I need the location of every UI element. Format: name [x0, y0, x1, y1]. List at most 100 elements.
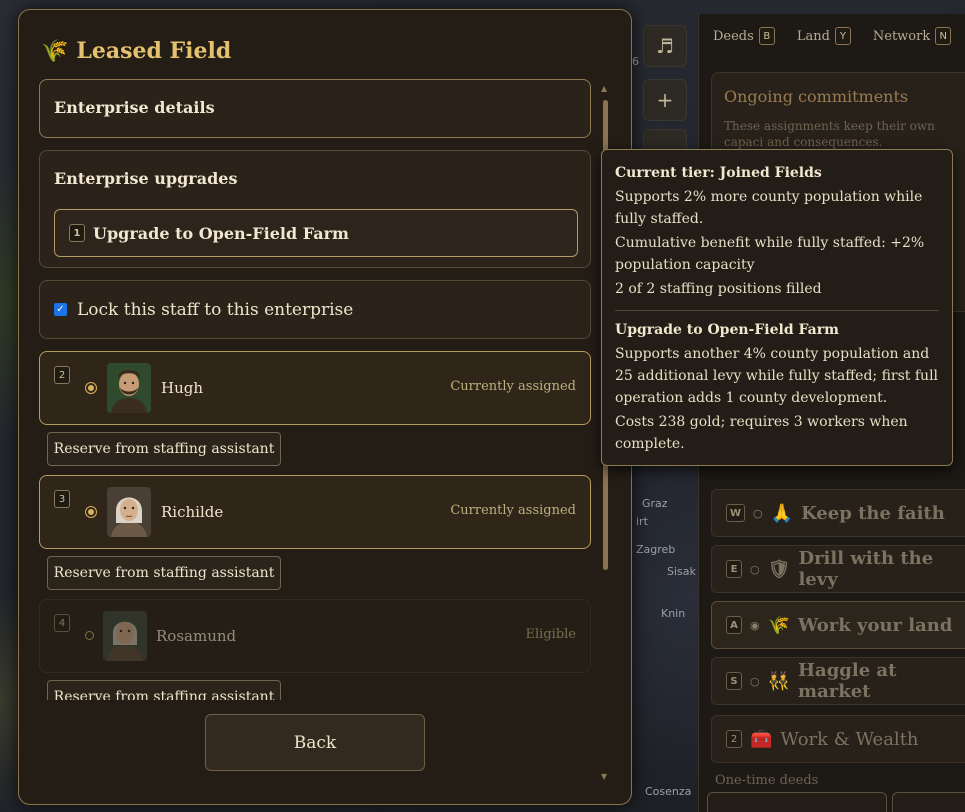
lock-staff-section: ✓ Lock this staff to this enterprise: [39, 280, 591, 339]
assigned-radio[interactable]: [85, 506, 97, 518]
staff-name: Rosamund: [156, 627, 237, 645]
tab-network[interactable]: Network N: [872, 27, 952, 45]
staff-status: Currently assigned: [450, 503, 576, 518]
radio-icon: ○: [750, 562, 760, 576]
radio-icon: ○: [750, 674, 760, 688]
action-drill-with-the-levy[interactable]: E ○ 🛡 Drill with the levy: [711, 545, 965, 593]
unassigned-radio[interactable]: [85, 631, 94, 640]
action-label: Drill with the levy: [798, 548, 934, 590]
hotkey-badge: 1: [69, 224, 85, 242]
tooltip-line: Supports 2% more county population while…: [615, 189, 923, 227]
hotkey-badge: 3: [54, 490, 70, 508]
action-key: W: [726, 504, 746, 522]
avatar: [107, 487, 151, 537]
staff-row-hugh[interactable]: 2 Hugh Currently assigned: [39, 351, 591, 425]
avatar: [107, 363, 151, 413]
lock-staff-checkbox[interactable]: ✓: [54, 303, 67, 316]
one-time-deeds-heading: One-time deeds: [715, 773, 819, 788]
music-icon: ♬: [656, 34, 674, 58]
reserve-button-rosamund[interactable]: Reserve from staffing assistant: [47, 680, 281, 700]
bottom-action-button-2[interactable]: [892, 792, 965, 812]
panel-tabs: Deeds B Land Y Network N: [699, 22, 965, 50]
map-label-graz: Graz: [642, 497, 668, 510]
action-key: S: [726, 672, 742, 690]
staff-name: Hugh: [161, 379, 204, 397]
radio-selected-icon: ◉: [750, 618, 760, 632]
wheat-icon: 🌾: [41, 38, 69, 64]
action-label: Work & Wealth: [780, 728, 919, 750]
enterprise-upgrades-section: Enterprise upgrades 1 Upgrade to Open-Fi…: [39, 150, 591, 268]
staff-row-richilde[interactable]: 3 Richilde Currently assigned: [39, 475, 591, 549]
bottom-action-button[interactable]: [707, 792, 887, 812]
map-label-sisak: Sisak: [667, 565, 696, 578]
lock-staff-row[interactable]: ✓ Lock this staff to this enterprise: [40, 281, 590, 338]
toolbox-icon: 🧰: [750, 728, 773, 750]
commitments-title: Ongoing commitments: [724, 87, 909, 106]
assigned-radio[interactable]: [85, 382, 97, 394]
map-label-cosenza: Cosenza: [645, 785, 692, 798]
shield-icon: 🛡: [767, 558, 791, 580]
scroll-down-icon[interactable]: ▼: [601, 772, 607, 781]
dialog-title: 🌾 Leased Field: [41, 36, 231, 66]
scroll-up-icon[interactable]: ▲: [601, 84, 607, 93]
tab-land[interactable]: Land Y: [797, 27, 851, 45]
wheat-icon: 🌾: [767, 614, 791, 636]
tooltip-upgrade-title: Upgrade to Open-Field Farm: [615, 322, 839, 338]
action-key: E: [726, 560, 742, 578]
staff-name: Richilde: [161, 503, 224, 521]
plus-icon: +: [656, 88, 674, 112]
upgrade-open-field-farm-button[interactable]: 1 Upgrade to Open-Field Farm: [54, 209, 578, 257]
tab-deeds-label: Deeds: [713, 28, 754, 44]
back-button[interactable]: Back: [205, 714, 425, 771]
staff-status: Eligible: [525, 627, 576, 642]
map-label-fragment: 6: [632, 55, 639, 68]
hotkey-badge: 2: [54, 366, 70, 384]
tab-land-key: Y: [834, 27, 851, 45]
enterprise-upgrades-title: Enterprise upgrades: [54, 169, 238, 188]
action-work-your-land[interactable]: A ◉ 🌾 Work your land: [711, 601, 965, 649]
action-haggle-at-market[interactable]: S ○ 👯 Haggle at market: [711, 657, 965, 705]
zoom-out-button[interactable]: [643, 129, 687, 151]
action-keep-the-faith[interactable]: W ○ 🙏 Keep the faith: [711, 489, 965, 537]
tab-network-label: Network: [872, 28, 931, 44]
tooltip-line: Cumulative benefit while fully staffed: …: [615, 235, 925, 273]
staff-row-rosamund[interactable]: 4 Rosamund Eligible: [39, 599, 591, 673]
action-label: Keep the faith: [801, 502, 945, 524]
music-button[interactable]: ♬: [643, 25, 687, 67]
tooltip-line: Supports another 4% county population an…: [615, 346, 939, 406]
upgrade-button-label: Upgrade to Open-Field Farm: [93, 223, 349, 243]
enterprise-details-title: Enterprise details: [54, 98, 215, 117]
hotkey-badge: 4: [54, 614, 70, 632]
map-label-knin: Knin: [661, 607, 686, 620]
dialog-scroll-area[interactable]: Enterprise details Enterprise upgrades 1…: [39, 78, 591, 700]
map-label-irt: irt: [636, 515, 648, 528]
avatar: [103, 611, 147, 661]
action-label: Haggle at market: [798, 660, 897, 702]
tooltip-current-title: Current tier: Joined Fields: [615, 165, 822, 181]
map-label-zagreb: Zagreb: [636, 543, 676, 556]
action-label: Work your land: [798, 614, 953, 636]
enterprise-details-section[interactable]: Enterprise details: [39, 79, 591, 138]
action-key: A: [726, 616, 742, 634]
tooltip-line: Costs 238 gold; requires 3 workers when …: [615, 414, 908, 452]
lock-staff-label: Lock this staff to this enterprise: [77, 299, 354, 320]
enterprise-dialog: 🌾 Leased Field Enterprise details Enterp…: [18, 9, 632, 805]
tab-deeds[interactable]: Deeds B: [713, 27, 775, 45]
tooltip-divider: [615, 310, 939, 311]
zoom-in-button[interactable]: +: [643, 79, 687, 121]
tab-deeds-key: B: [758, 27, 775, 45]
reserve-button-hugh[interactable]: Reserve from staffing assistant: [47, 432, 281, 466]
tab-land-label: Land: [796, 28, 830, 44]
staff-status: Currently assigned: [450, 379, 576, 394]
tab-network-key: N: [935, 27, 952, 45]
upgrade-tooltip: Current tier: Joined Fields Supports 2% …: [601, 149, 953, 466]
dancers-icon: 👯: [767, 670, 791, 692]
dialog-title-text: Leased Field: [76, 38, 232, 64]
action-work-and-wealth[interactable]: 2 🧰 Work & Wealth: [711, 715, 965, 763]
pray-icon: 🙏: [770, 502, 794, 524]
action-key: 2: [726, 730, 742, 748]
radio-icon: ○: [753, 506, 763, 520]
commitments-description: These assignments keep their own capaci …: [724, 119, 935, 149]
tooltip-line: 2 of 2 staffing positions filled: [615, 281, 822, 297]
reserve-button-richilde[interactable]: Reserve from staffing assistant: [47, 556, 281, 590]
